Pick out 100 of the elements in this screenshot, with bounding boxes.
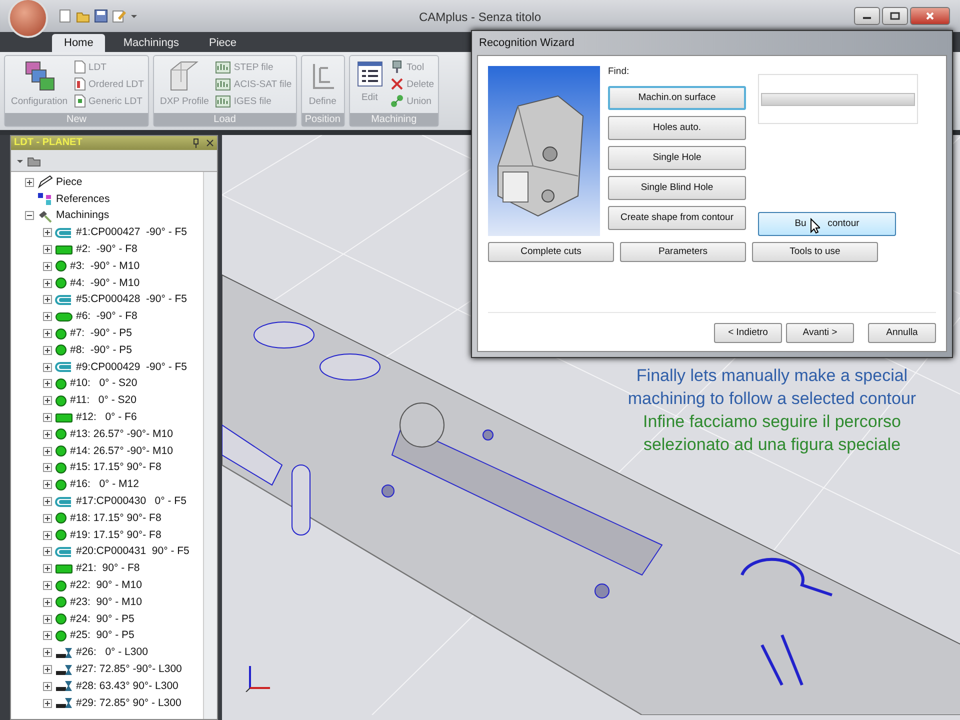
tree-item[interactable]: #29: 72.85° 90° - L300 <box>76 696 182 710</box>
dropdown-caret-icon <box>130 12 138 20</box>
expand-icon[interactable] <box>43 295 52 304</box>
file-icon <box>214 60 231 74</box>
expand-icon[interactable] <box>43 581 52 590</box>
scrollbar[interactable] <box>203 172 217 719</box>
expand-icon[interactable] <box>43 614 52 624</box>
tree-item[interactable]: #9:CP000429 -90° - F5 <box>76 360 188 374</box>
expand-icon[interactable] <box>43 480 52 490</box>
dialog-button[interactable]: Avanti > <box>786 323 854 343</box>
contour-icon <box>55 546 73 558</box>
expand-icon[interactable] <box>43 312 52 322</box>
tree-item[interactable]: #12: 0° - F6 <box>76 411 137 424</box>
rectangle-icon <box>55 412 73 424</box>
circle-icon <box>55 478 67 491</box>
expand-icon[interactable] <box>25 178 34 187</box>
circle-icon <box>55 394 67 407</box>
expand-icon[interactable] <box>43 278 52 288</box>
tree-item[interactable]: #8: -90° - P5 <box>70 344 132 357</box>
dialog-button[interactable]: Parameters <box>620 242 746 262</box>
dialog-button[interactable]: Annulla <box>868 323 936 343</box>
tree-item[interactable]: #3: -90° - M10 <box>70 260 140 273</box>
caption-line: machining to follow a selected contour <box>626 388 918 410</box>
tree-item[interactable]: #23: 90° - M10 <box>70 596 142 609</box>
dialog-button[interactable]: Single Hole <box>608 146 746 170</box>
collapse-icon[interactable] <box>25 211 34 220</box>
cursor-icon <box>810 218 820 234</box>
tree-item[interactable]: Machinings <box>56 209 110 222</box>
tree-item[interactable]: #20:CP000431 90° - F5 <box>76 545 190 558</box>
tree-item[interactable]: #14: 26.57° -90°- M10 <box>70 444 173 458</box>
expand-icon[interactable] <box>43 430 52 439</box>
ribbon-tab[interactable]: Machinings <box>111 34 191 52</box>
contour-icon <box>55 496 73 508</box>
dialog-button[interactable]: Holes auto. <box>608 116 746 140</box>
dialog-button[interactable]: Tools to use <box>752 242 878 262</box>
caption-line: selezionato ad una figura speciale <box>642 434 902 456</box>
tree-item[interactable]: #17:CP000430 0° - F5 <box>76 495 186 508</box>
tree-item[interactable]: #11: 0° - S20 <box>70 394 136 408</box>
saw-icon <box>55 680 73 692</box>
expand-icon[interactable] <box>43 228 52 238</box>
expand-icon[interactable] <box>43 245 52 254</box>
expand-icon[interactable] <box>43 547 52 556</box>
tree-item[interactable]: #1:CP000427 -90° - F5 <box>76 226 188 240</box>
app-menu-button[interactable] <box>8 0 48 38</box>
dialog-button[interactable]: Bu contour <box>758 212 896 236</box>
tree-item[interactable]: #10: 0° - S20 <box>70 377 138 390</box>
tree-item[interactable]: #25: 90° - P5 <box>70 629 134 642</box>
circle-icon <box>55 630 67 642</box>
tree-item[interactable]: #27: 72.85° -90°- L300 <box>76 663 182 676</box>
expand-icon[interactable] <box>43 396 52 406</box>
dialog-button[interactable]: Single Blind Hole <box>608 176 746 200</box>
tree-item[interactable]: #4: -90° - M10 <box>70 276 140 290</box>
tree-item[interactable]: #18: 17.15° 90°- F8 <box>70 512 162 525</box>
tree-item[interactable]: #5:CP000428 -90° - F5 <box>76 293 188 306</box>
ribbon-tab[interactable]: Piece <box>196 34 249 52</box>
expand-icon[interactable] <box>43 682 52 691</box>
expand-icon[interactable] <box>43 665 52 674</box>
expand-icon[interactable] <box>43 262 52 271</box>
dialog-button[interactable]: Machin.on surface <box>608 86 746 110</box>
contour-icon <box>55 226 73 239</box>
minimize-button[interactable] <box>854 7 880 25</box>
tree-item[interactable]: #13: 26.57° -90°- M10 <box>70 428 173 441</box>
tree-item[interactable]: #16: 0° - M12 <box>70 478 139 492</box>
expand-icon[interactable] <box>43 530 52 540</box>
expand-icon[interactable] <box>43 648 52 658</box>
dialog-button[interactable]: < Indietro <box>714 323 782 343</box>
expand-icon[interactable] <box>43 346 52 355</box>
group-label: Machining <box>350 113 438 126</box>
tree-item[interactable]: #22: 90° - M10 <box>70 579 142 592</box>
expand-icon[interactable] <box>43 362 52 372</box>
tree-item[interactable]: Piece <box>56 176 82 189</box>
dialog-button[interactable]: Complete cuts <box>488 242 614 262</box>
tree-item[interactable]: #28: 63.43° 90°- L300 <box>76 680 178 693</box>
expand-icon[interactable] <box>43 514 52 523</box>
expand-icon[interactable] <box>43 698 52 708</box>
maximize-button[interactable] <box>882 7 908 25</box>
tree-item[interactable]: #19: 17.15° 90°- F8 <box>70 528 162 542</box>
expand-icon[interactable] <box>43 564 52 574</box>
expand-icon[interactable] <box>43 413 52 422</box>
tree-item[interactable]: #6: -90° - F8 <box>76 310 138 324</box>
dialog-button[interactable]: Create shape from contour <box>608 206 746 230</box>
folder-icon <box>27 154 41 166</box>
expand-icon[interactable] <box>43 446 52 456</box>
page-icon <box>74 60 86 74</box>
expand-icon[interactable] <box>43 497 52 506</box>
circle-icon <box>55 529 67 542</box>
expand-icon[interactable] <box>43 598 52 607</box>
expand-icon[interactable] <box>43 463 52 472</box>
tree-item[interactable]: #2: -90° - F8 <box>76 243 138 256</box>
tree-item[interactable]: #24: 90° - P5 <box>70 612 134 626</box>
tree-item[interactable]: References <box>56 192 110 206</box>
expand-icon[interactable] <box>43 329 52 338</box>
close-button[interactable] <box>910 7 950 25</box>
tree-item[interactable]: #21: 90° - F8 <box>76 562 140 576</box>
expand-icon[interactable] <box>43 631 52 640</box>
expand-icon[interactable] <box>43 379 52 388</box>
tree-item[interactable]: #15: 17.15° 90°- F8 <box>70 461 162 474</box>
tree-item[interactable]: #7: -90° - P5 <box>70 327 132 340</box>
ribbon-tab[interactable]: Home <box>52 34 106 52</box>
tree-item[interactable]: #26: 0° - L300 <box>76 646 148 660</box>
